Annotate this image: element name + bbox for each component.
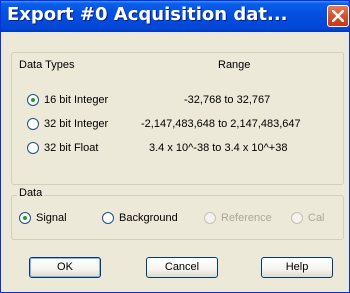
radio-label: Background xyxy=(119,212,178,224)
radio-label: 32 bit Integer xyxy=(44,118,109,130)
radio-button-icon[interactable] xyxy=(291,212,303,224)
radio-button-icon[interactable] xyxy=(27,118,39,130)
radio-label: Cal xyxy=(308,212,325,224)
radio-16-bit-integer[interactable]: 16 bit Integer xyxy=(27,94,108,106)
ok-button[interactable]: OK xyxy=(29,257,101,278)
range-16-bit-integer: -32,768 to 32,767 xyxy=(184,94,271,106)
range-header: Range xyxy=(218,59,251,71)
cancel-button[interactable]: Cancel xyxy=(146,257,218,278)
radio-label: Reference xyxy=(221,212,272,224)
radio-button-icon[interactable] xyxy=(19,212,31,224)
radio-label: 32 bit Float xyxy=(44,142,99,154)
data-types-header: Data Types xyxy=(19,59,75,71)
window-title: Export #0 Acquisition dat... xyxy=(7,4,288,25)
radio-cal[interactable]: Cal xyxy=(291,212,325,224)
radio-label: Signal xyxy=(36,212,67,224)
radio-reference[interactable]: Reference xyxy=(204,212,272,224)
close-icon xyxy=(332,10,344,22)
radio-background[interactable]: Background xyxy=(102,212,178,224)
radio-32-bit-float[interactable]: 32 bit Float xyxy=(27,142,98,154)
radio-32-bit-integer[interactable]: 32 bit Integer xyxy=(27,118,108,130)
radio-button-icon[interactable] xyxy=(102,212,114,224)
data-group-legend: Data xyxy=(17,187,45,199)
radio-button-icon[interactable] xyxy=(204,212,216,224)
close-button[interactable] xyxy=(327,5,349,27)
export-dialog: Export #0 Acquisition dat... Data Types … xyxy=(0,0,350,293)
radio-button-icon[interactable] xyxy=(27,94,39,106)
range-32-bit-integer: -2,147,483,648 to 2,147,483,647 xyxy=(141,118,301,130)
radio-label: 16 bit Integer xyxy=(44,94,109,106)
radio-button-icon[interactable] xyxy=(27,142,39,154)
range-32-bit-float: 3.4 x 10^-38 to 3.4 x 10^+38 xyxy=(149,142,288,154)
radio-signal[interactable]: Signal xyxy=(19,212,67,224)
title-bar[interactable]: Export #0 Acquisition dat... xyxy=(1,1,349,32)
help-button[interactable]: Help xyxy=(261,257,333,278)
